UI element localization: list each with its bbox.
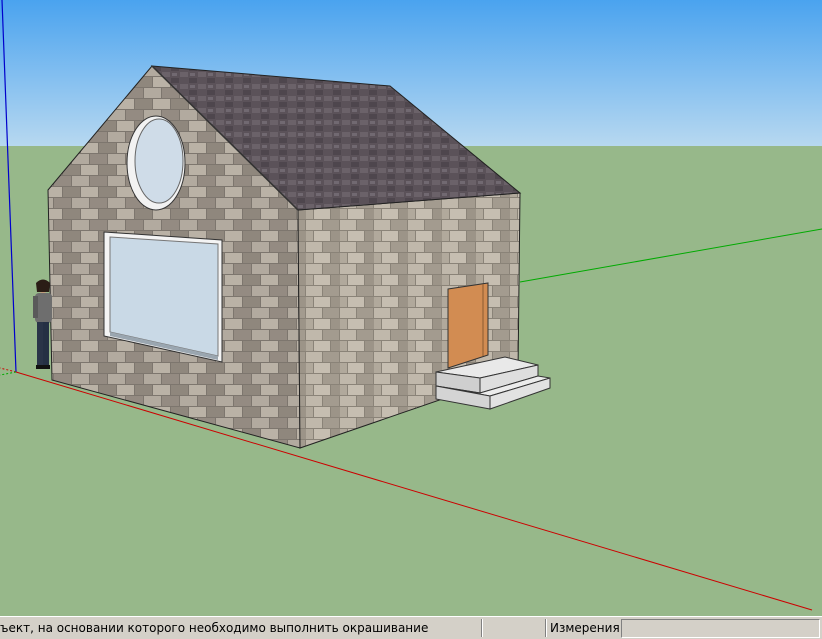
status-bar: ъект, на основании которого необходимо в… (0, 616, 822, 638)
status-separator (545, 619, 547, 637)
measurements-input[interactable] (621, 619, 820, 638)
status-separator (481, 619, 483, 637)
status-hint-text: ъект, на основании которого необходимо в… (0, 621, 429, 635)
3d-viewport[interactable] (0, 0, 822, 616)
door[interactable] (447, 282, 489, 369)
round-window-glass (134, 118, 184, 204)
scene-canvas[interactable] (0, 0, 822, 616)
measurements-label: Измерения (550, 621, 620, 635)
